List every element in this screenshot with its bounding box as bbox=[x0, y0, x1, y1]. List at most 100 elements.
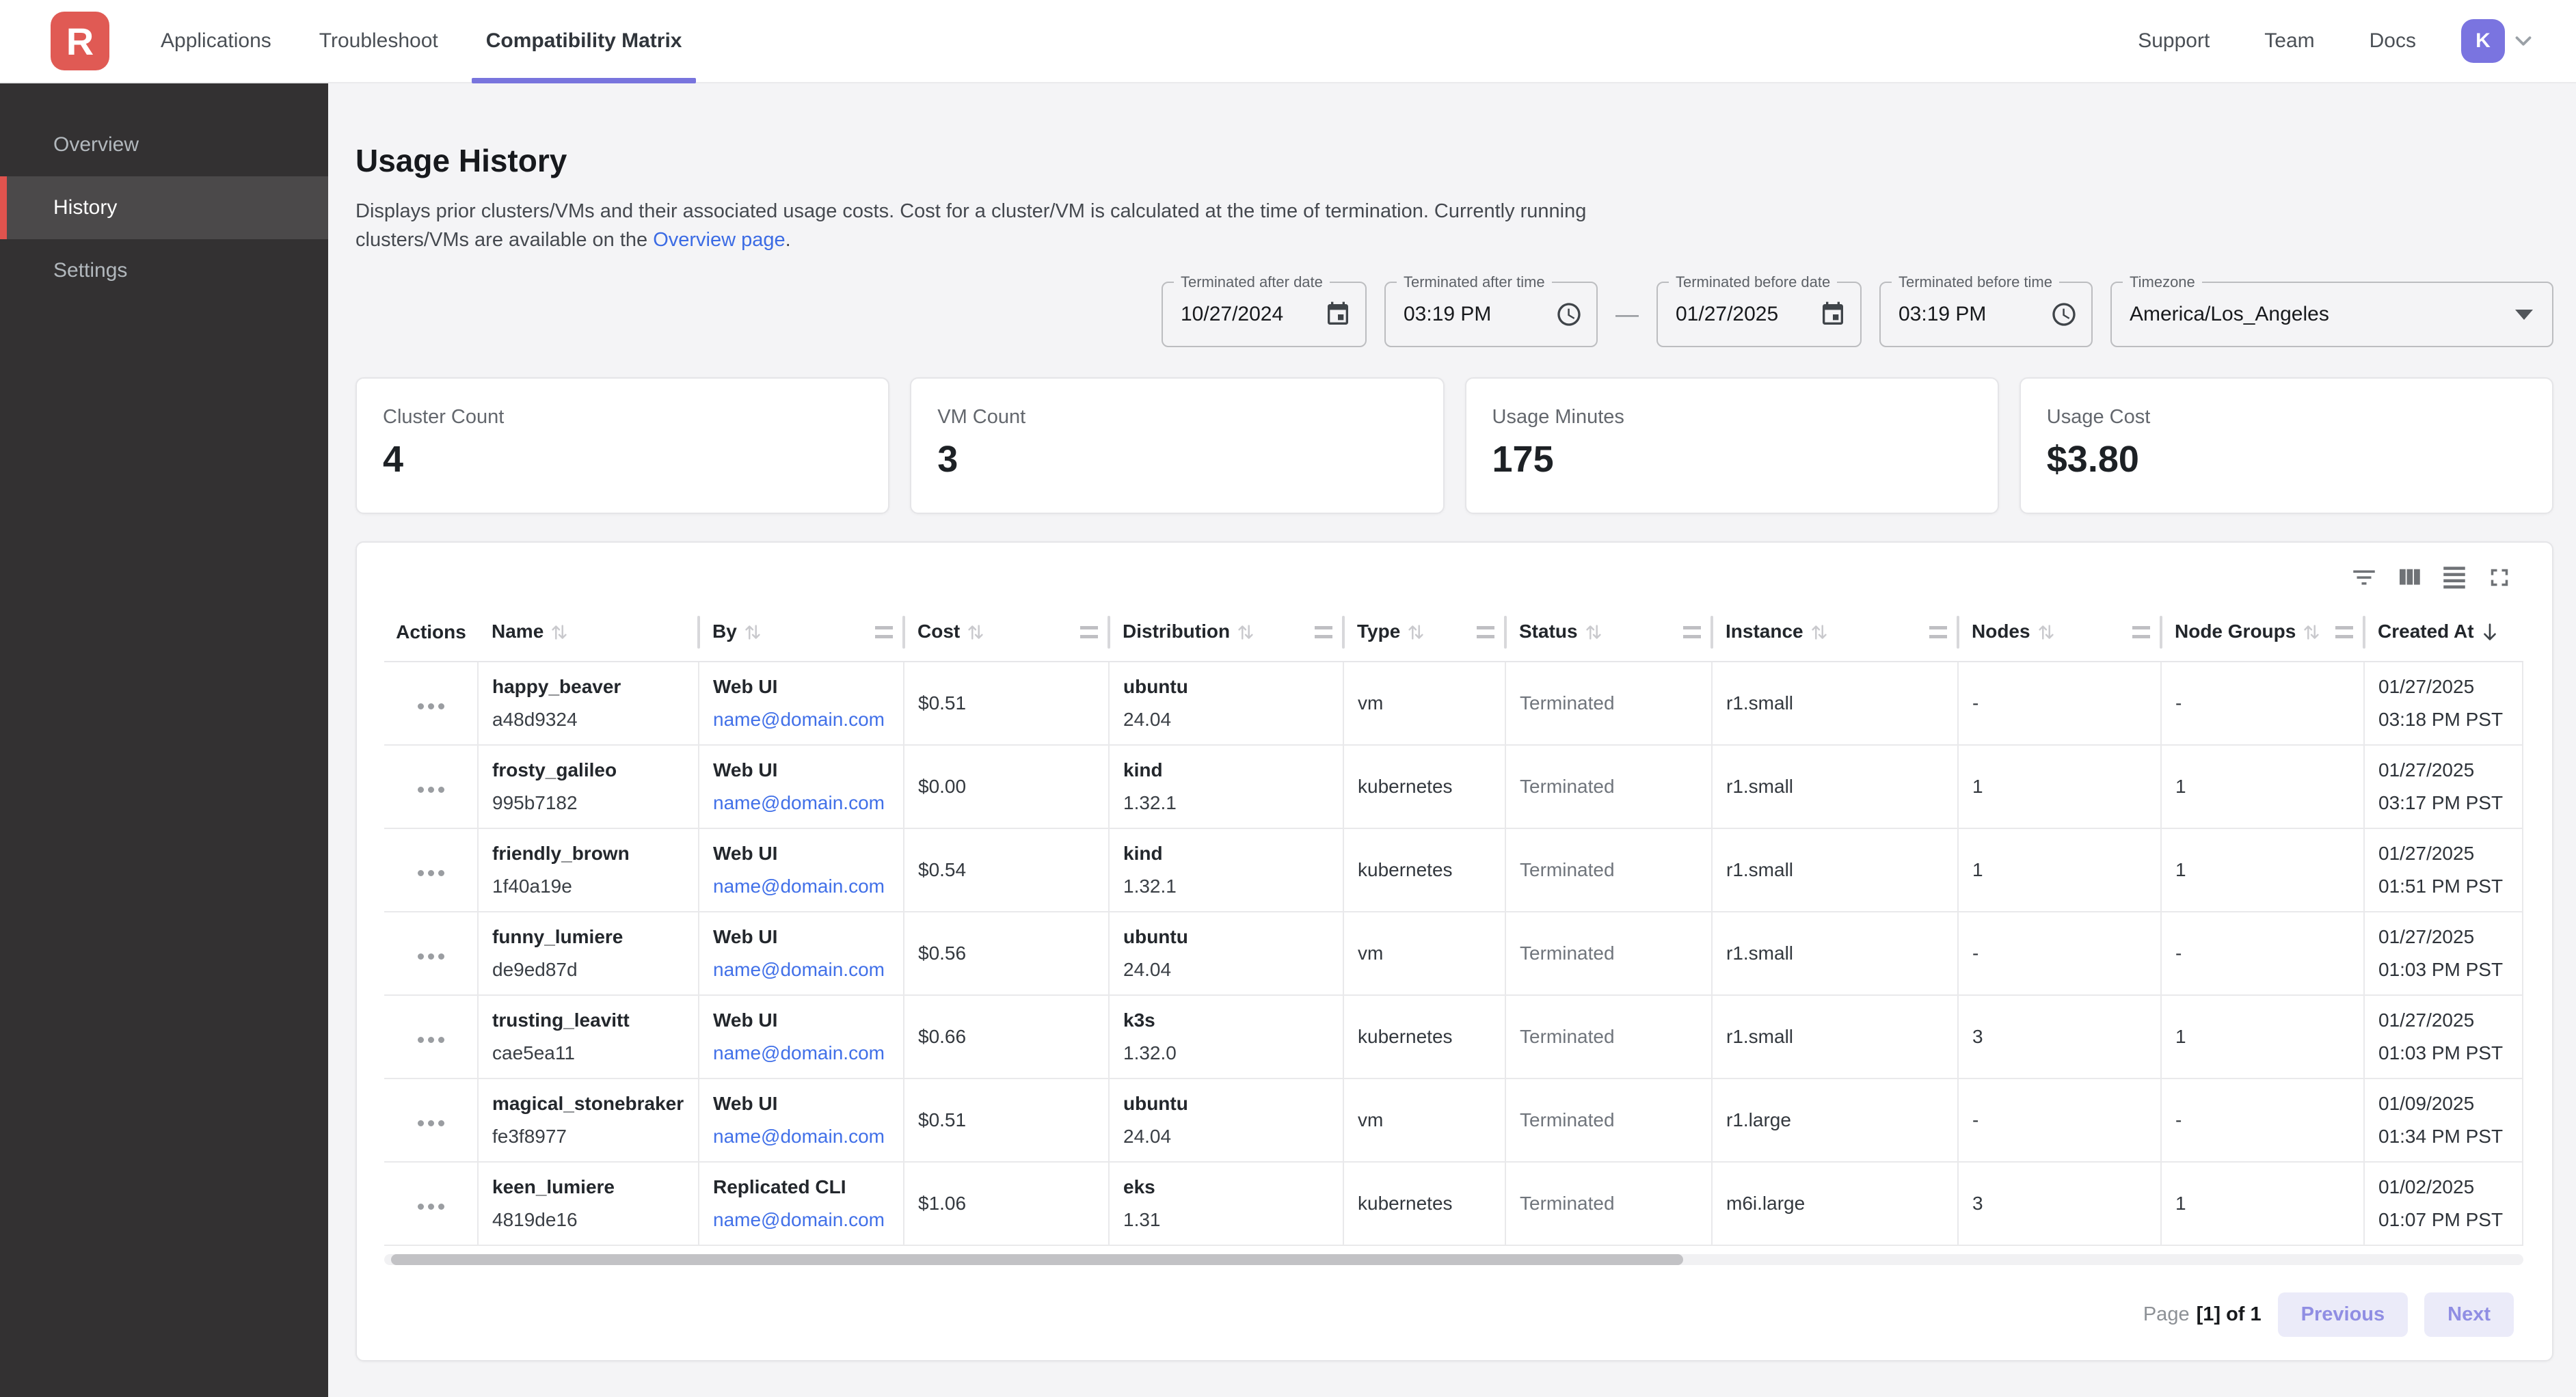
column-header-type[interactable]: Type bbox=[1343, 603, 1505, 662]
user-avatar[interactable]: K bbox=[2461, 19, 2505, 63]
sidebar: Overview History Settings bbox=[0, 83, 328, 1397]
column-header-by[interactable]: By bbox=[699, 603, 904, 662]
created-by-email-link[interactable]: name@domain.com bbox=[713, 792, 903, 814]
column-header-cost[interactable]: Cost bbox=[904, 603, 1109, 662]
column-menu-icon[interactable] bbox=[1477, 626, 1494, 638]
columns-icon[interactable] bbox=[2395, 563, 2424, 592]
created-by-email-link[interactable]: name@domain.com bbox=[713, 709, 903, 731]
column-header-node-groups[interactable]: Node Groups bbox=[2161, 603, 2364, 662]
created-at-time: 01:03 PM PST bbox=[2378, 1042, 2522, 1064]
column-menu-icon[interactable] bbox=[1683, 626, 1701, 638]
terminated-before-time-value[interactable]: 03:19 PM bbox=[1899, 303, 2050, 326]
terminated-after-date-input[interactable]: Terminated after date 10/27/2024 bbox=[1162, 282, 1367, 347]
created-by-email-link[interactable]: name@domain.com bbox=[713, 1209, 903, 1231]
column-label: Status bbox=[1519, 621, 1578, 642]
column-header-distribution[interactable]: Distribution bbox=[1109, 603, 1343, 662]
terminated-after-date-label: Terminated after date bbox=[1174, 272, 1330, 293]
calendar-icon[interactable] bbox=[1324, 301, 1352, 328]
fullscreen-icon[interactable] bbox=[2485, 563, 2514, 592]
overview-page-link[interactable]: Overview page bbox=[653, 229, 785, 251]
column-menu-icon[interactable] bbox=[2335, 626, 2353, 638]
nav-link-team[interactable]: Team bbox=[2237, 29, 2342, 53]
row-actions-icon[interactable] bbox=[428, 1204, 434, 1210]
calendar-icon[interactable] bbox=[1819, 301, 1847, 328]
dropdown-arrow-icon[interactable] bbox=[2515, 310, 2533, 320]
stat-card-cluster-count: Cluster Count 4 bbox=[355, 377, 889, 514]
previous-page-button[interactable]: Previous bbox=[2278, 1292, 2409, 1337]
stat-label: VM Count bbox=[937, 406, 1417, 429]
column-menu-icon[interactable] bbox=[1315, 626, 1332, 638]
cluster-name: magical_stonebraker bbox=[492, 1093, 698, 1115]
terminated-before-date-input[interactable]: Terminated before date 01/27/2025 bbox=[1656, 282, 1862, 347]
cost-value: $0.51 bbox=[918, 692, 966, 714]
row-actions-icon[interactable] bbox=[428, 1120, 434, 1126]
row-actions-icon[interactable] bbox=[428, 1037, 434, 1043]
cluster-name: funny_lumiere bbox=[492, 926, 698, 948]
sort-icon bbox=[1234, 621, 1257, 644]
clock-icon[interactable] bbox=[1555, 301, 1583, 328]
terminated-before-time-input[interactable]: Terminated before time 03:19 PM bbox=[1879, 282, 2093, 347]
stat-value: 4 bbox=[383, 438, 862, 480]
timezone-label: Timezone bbox=[2123, 272, 2202, 293]
sidebar-item-overview[interactable]: Overview bbox=[0, 113, 328, 176]
cost-value: $0.54 bbox=[918, 859, 966, 880]
stat-label: Cluster Count bbox=[383, 406, 862, 429]
table-header-row: Actions Name By Cost Di bbox=[384, 603, 2523, 662]
terminated-before-date-value[interactable]: 01/27/2025 bbox=[1676, 303, 1819, 326]
replicated-logo[interactable]: R bbox=[51, 12, 109, 70]
instance-value: r1.small bbox=[1726, 859, 1793, 880]
status-value: Terminated bbox=[1520, 942, 1615, 964]
column-header-nodes[interactable]: Nodes bbox=[1958, 603, 2161, 662]
nav-link-support[interactable]: Support bbox=[2110, 29, 2237, 53]
created-by-source: Web UI bbox=[713, 1009, 903, 1031]
timezone-value[interactable]: America/Los_Angeles bbox=[2130, 303, 2515, 326]
secondary-nav: Support Team Docs K bbox=[2110, 19, 2536, 63]
nav-item-compatibility-matrix[interactable]: Compatibility Matrix bbox=[462, 0, 706, 82]
nav-link-docs[interactable]: Docs bbox=[2342, 29, 2443, 53]
table-row: magical_stonebraker fe3f8977 Web UI name… bbox=[384, 1079, 2523, 1162]
terminated-after-time-value[interactable]: 03:19 PM bbox=[1404, 303, 1555, 326]
sidebar-item-settings[interactable]: Settings bbox=[0, 239, 328, 302]
row-actions-icon[interactable] bbox=[428, 870, 434, 876]
column-menu-icon[interactable] bbox=[2132, 626, 2150, 638]
row-actions-icon[interactable] bbox=[428, 703, 434, 709]
next-page-button[interactable]: Next bbox=[2424, 1292, 2514, 1337]
nav-item-applications[interactable]: Applications bbox=[137, 0, 295, 82]
distribution-name: kind bbox=[1123, 759, 1343, 781]
column-header-status[interactable]: Status bbox=[1505, 603, 1712, 662]
terminated-after-date-value[interactable]: 10/27/2024 bbox=[1181, 303, 1324, 326]
cluster-name: keen_lumiere bbox=[492, 1176, 698, 1198]
page-title: Usage History bbox=[355, 142, 2553, 179]
column-header-name[interactable]: Name bbox=[478, 603, 699, 662]
cluster-id: a48d9324 bbox=[492, 709, 698, 731]
created-by-email-link[interactable]: name@domain.com bbox=[713, 1126, 903, 1148]
column-menu-icon[interactable] bbox=[875, 626, 893, 638]
stats-row: Cluster Count 4 VM Count 3 Usage Minutes… bbox=[355, 377, 2553, 514]
filter-icon[interactable] bbox=[2350, 563, 2378, 592]
row-actions-icon[interactable] bbox=[428, 787, 434, 793]
terminated-after-time-input[interactable]: Terminated after time 03:19 PM bbox=[1384, 282, 1598, 347]
chevron-down-icon[interactable] bbox=[2510, 28, 2536, 54]
horizontal-scrollbar-thumb[interactable] bbox=[391, 1254, 1683, 1265]
column-menu-icon[interactable] bbox=[1080, 626, 1098, 638]
created-by-email-link[interactable]: name@domain.com bbox=[713, 959, 903, 981]
created-by-email-link[interactable]: name@domain.com bbox=[713, 1042, 903, 1064]
distribution-name: ubuntu bbox=[1123, 676, 1343, 698]
created-by-email-link[interactable]: name@domain.com bbox=[713, 876, 903, 897]
table-row: keen_lumiere 4819de16 Replicated CLI nam… bbox=[384, 1162, 2523, 1245]
row-actions-icon[interactable] bbox=[428, 953, 434, 960]
distribution-name: kind bbox=[1123, 843, 1343, 865]
column-header-created-at[interactable]: Created At bbox=[2364, 603, 2523, 662]
timezone-select[interactable]: Timezone America/Los_Angeles bbox=[2110, 282, 2553, 347]
page-label: Page bbox=[2143, 1303, 2190, 1326]
clock-icon[interactable] bbox=[2050, 301, 2078, 328]
cluster-name: happy_beaver bbox=[492, 676, 698, 698]
column-header-instance[interactable]: Instance bbox=[1712, 603, 1958, 662]
nav-item-troubleshoot[interactable]: Troubleshoot bbox=[295, 0, 462, 82]
status-value: Terminated bbox=[1520, 859, 1615, 880]
sidebar-item-history[interactable]: History bbox=[0, 176, 328, 239]
sort-desc-icon bbox=[2478, 621, 2501, 644]
column-menu-icon[interactable] bbox=[1929, 626, 1947, 638]
density-icon[interactable] bbox=[2440, 563, 2469, 592]
created-by-source: Web UI bbox=[713, 759, 903, 781]
